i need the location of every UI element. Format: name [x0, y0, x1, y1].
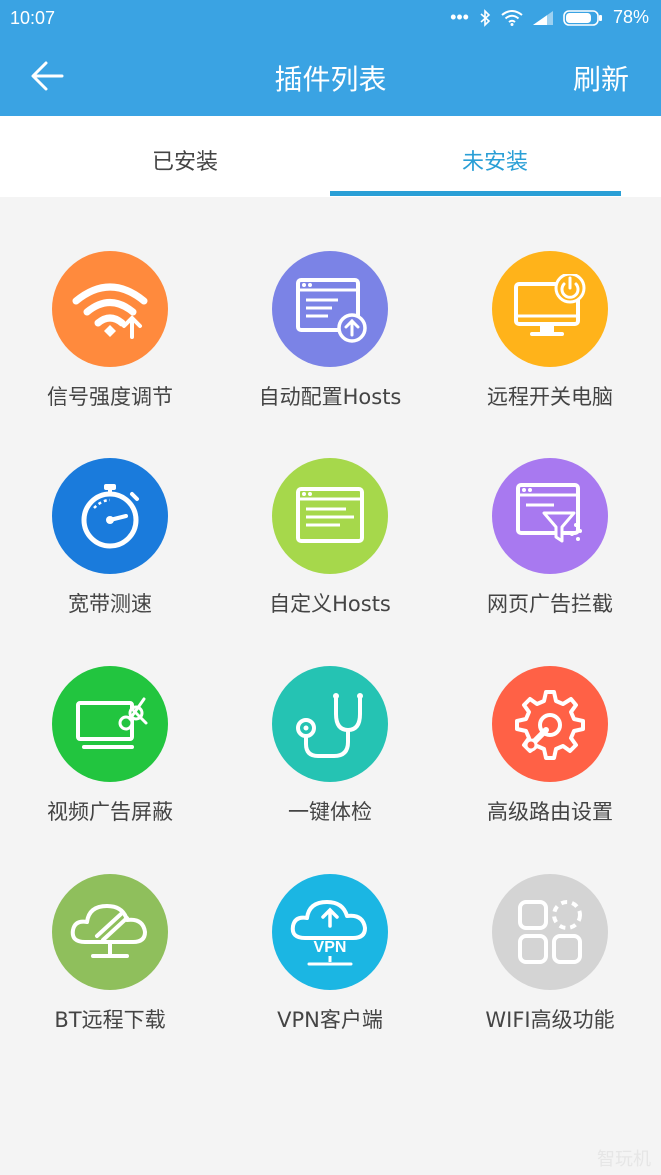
plugin-label: VPN客户端 [277, 1008, 383, 1032]
custom-hosts-icon [272, 458, 388, 574]
svg-text:VPN: VPN [314, 939, 347, 956]
plugin-bt-download[interactable]: BT远程下载 [0, 874, 220, 1054]
plugin-label: 远程开关电脑 [487, 385, 613, 409]
status-bar: 10:07 ••• 78% [0, 0, 661, 36]
plugin-advanced-router[interactable]: 高级路由设置 [440, 666, 660, 846]
gear-wrench-icon [492, 666, 608, 782]
plugin-speed-test[interactable]: 宽带测速 [0, 458, 220, 638]
plugin-label: 自动配置Hosts [258, 385, 402, 409]
auto-hosts-icon [272, 251, 388, 367]
plugin-label: 一键体检 [288, 800, 372, 824]
apps-grid-icon [492, 874, 608, 990]
app-bar: 插件列表 刷新 [0, 36, 661, 116]
status-time: 10:07 [10, 8, 56, 28]
bt-cloud-icon [52, 874, 168, 990]
plugin-label: 宽带测速 [68, 592, 152, 616]
plugin-vpn-client[interactable]: VPN VPN客户端 [220, 874, 440, 1054]
tab-installed[interactable]: 已安装 [20, 116, 350, 197]
more-dots-icon: ••• [450, 7, 469, 27]
wifi-signal-icon [52, 251, 168, 367]
battery-icon [563, 9, 602, 26]
tab-not-installed[interactable]: 未安装 [330, 116, 660, 197]
wifi-icon [501, 9, 523, 26]
plugin-label: BT远程下载 [54, 1008, 166, 1032]
plugin-label: 信号强度调节 [47, 385, 173, 409]
active-tab-indicator [330, 191, 621, 196]
plugin-auto-hosts[interactable]: 自动配置Hosts [220, 251, 440, 431]
plugin-label: 网页广告拦截 [487, 592, 613, 616]
cell-signal-icon [532, 10, 553, 25]
ad-filter-icon [492, 458, 608, 574]
plugin-signal-strength[interactable]: 信号强度调节 [0, 251, 220, 431]
plugin-custom-hosts[interactable]: 自定义Hosts [220, 458, 440, 638]
tab-bar: 已安装 未安装 [0, 116, 661, 197]
page-title: 插件列表 [274, 63, 387, 96]
plugin-label: 高级路由设置 [487, 800, 613, 824]
video-ad-block-icon [52, 666, 168, 782]
plugin-web-ad-block[interactable]: 网页广告拦截 [440, 458, 660, 638]
refresh-button[interactable]: 刷新 [573, 58, 629, 98]
plugin-health-check[interactable]: 一键体检 [220, 666, 440, 846]
stopwatch-icon [52, 458, 168, 574]
plugin-remote-power[interactable]: 远程开关电脑 [440, 251, 660, 431]
status-icons: ••• 78% [450, 7, 649, 28]
stethoscope-icon [272, 666, 388, 782]
watermark: 智玩机 [597, 1149, 651, 1170]
bluetooth-icon [480, 8, 491, 27]
battery-percent: 78% [612, 7, 649, 27]
plugin-video-ad-block[interactable]: 视频广告屏蔽 [0, 666, 220, 846]
plugin-label: 视频广告屏蔽 [47, 800, 173, 824]
plugin-wifi-advanced[interactable]: WIFI高级功能 [440, 874, 660, 1054]
plugin-label: 自定义Hosts [269, 592, 391, 616]
plugin-label: WIFI高级功能 [485, 1008, 615, 1032]
remote-power-pc-icon [492, 251, 608, 367]
vpn-cloud-icon: VPN [272, 874, 388, 990]
